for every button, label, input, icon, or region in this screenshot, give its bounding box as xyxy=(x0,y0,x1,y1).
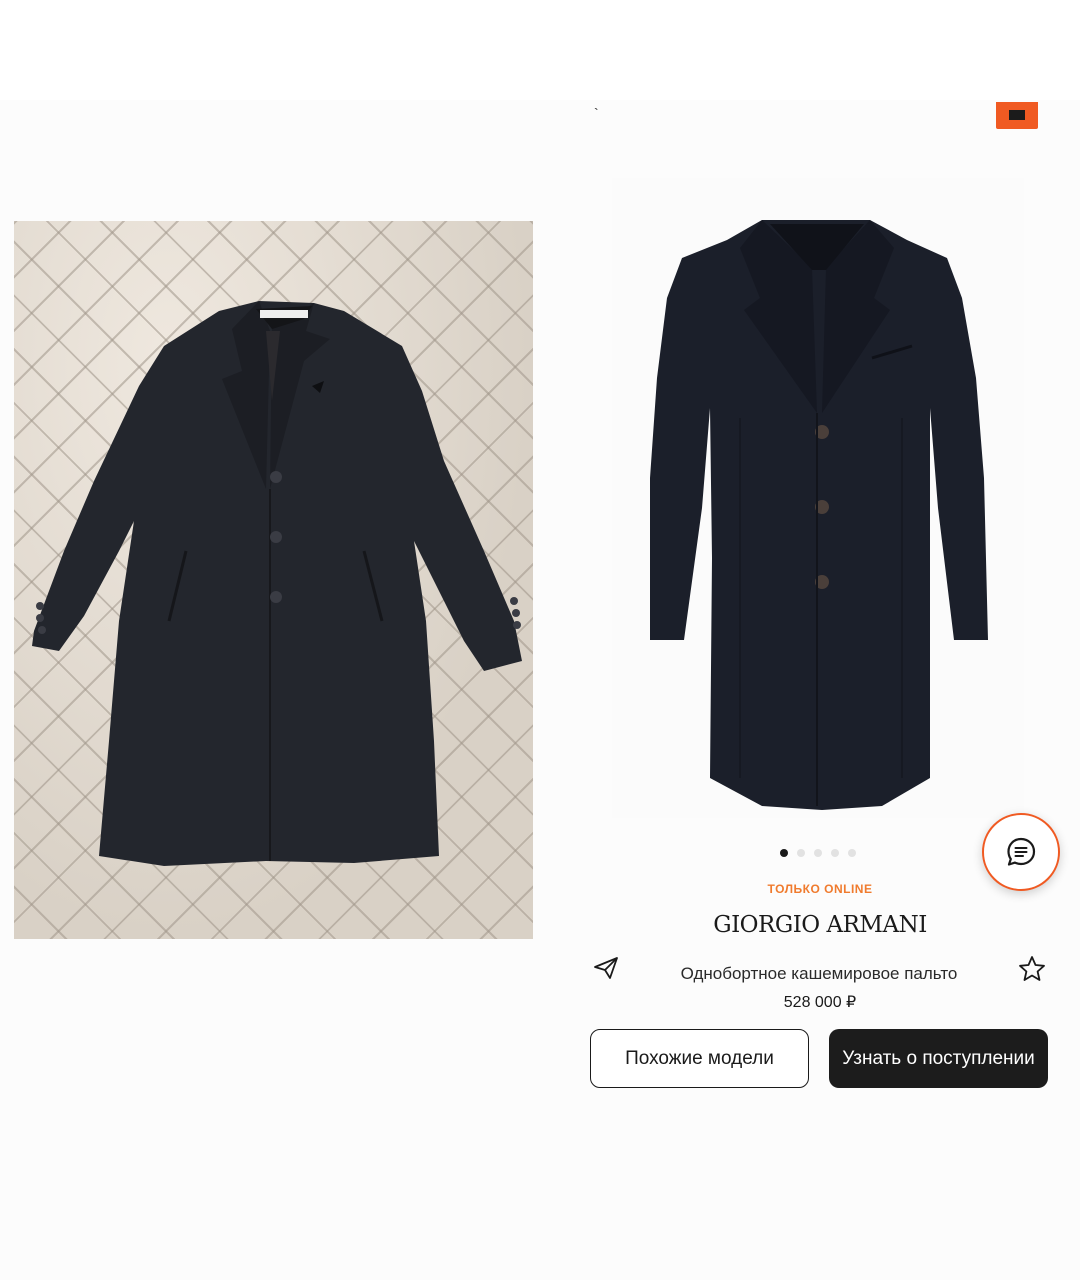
pagination-dot[interactable] xyxy=(814,849,822,857)
pagination-dot[interactable] xyxy=(831,849,839,857)
online-only-badge: ТОЛЬКО ONLINE xyxy=(767,882,873,896)
product-title: Однобортное кашемировое пальто xyxy=(680,964,958,983)
pagination-dot[interactable] xyxy=(797,849,805,857)
star-outline-icon[interactable] xyxy=(1017,954,1047,984)
chat-button[interactable] xyxy=(982,813,1060,891)
pagination-dot-active[interactable] xyxy=(780,849,788,857)
paper-plane-icon[interactable] xyxy=(592,954,620,982)
chat-bubble-icon xyxy=(1007,837,1036,866)
pagination-dot[interactable] xyxy=(848,849,856,857)
product-image[interactable] xyxy=(612,178,1024,818)
header-mark: ` xyxy=(594,105,599,121)
notify-arrival-button[interactable]: Узнать о поступлении xyxy=(829,1029,1048,1088)
similar-models-button[interactable]: Похожие модели xyxy=(590,1029,809,1088)
cart-icon xyxy=(1009,110,1025,120)
gallery-pagination xyxy=(780,849,856,859)
product-price: 528 000 ₽ xyxy=(783,994,857,1011)
brand-name[interactable]: GIORGIO ARMANI xyxy=(660,912,980,938)
user-coat-photo xyxy=(14,221,533,939)
cart-button[interactable] xyxy=(996,102,1038,129)
